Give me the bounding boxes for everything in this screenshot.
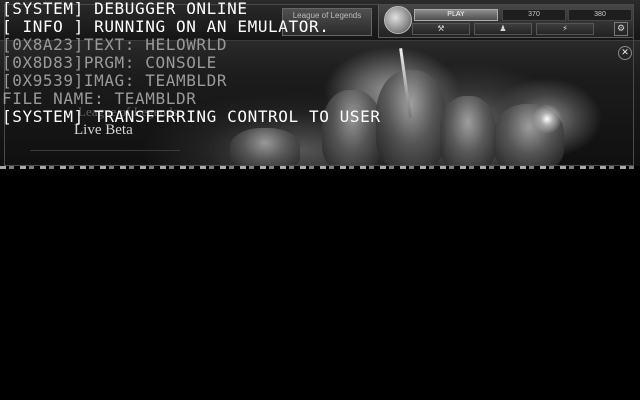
console-line-file-name: FILE NAME: TEAMBLDR bbox=[2, 89, 197, 108]
console-line-debugger-online: [SYSTEM] DEBUGGER ONLINE bbox=[2, 0, 248, 18]
console-line-program-address: [0X8D83]PRGM: CONSOLE bbox=[2, 53, 217, 72]
console-line-transfer-control: [SYSTEM] TRANSFERRING CONTROL TO USER bbox=[2, 107, 381, 126]
console-line-text-address: [0X8A23]TEXT: HELOWRLD bbox=[2, 35, 228, 54]
console-line-emulator-info: [ INFO ] RUNNING ON AN EMULATOR. bbox=[2, 17, 330, 36]
debug-console: [SYSTEM] DEBUGGER ONLINE [ INFO ] RUNNIN… bbox=[2, 0, 632, 126]
console-line-image-address: [0X9539]IMAG: TEAMBLDR bbox=[2, 71, 228, 90]
glitch-strip bbox=[0, 166, 640, 169]
